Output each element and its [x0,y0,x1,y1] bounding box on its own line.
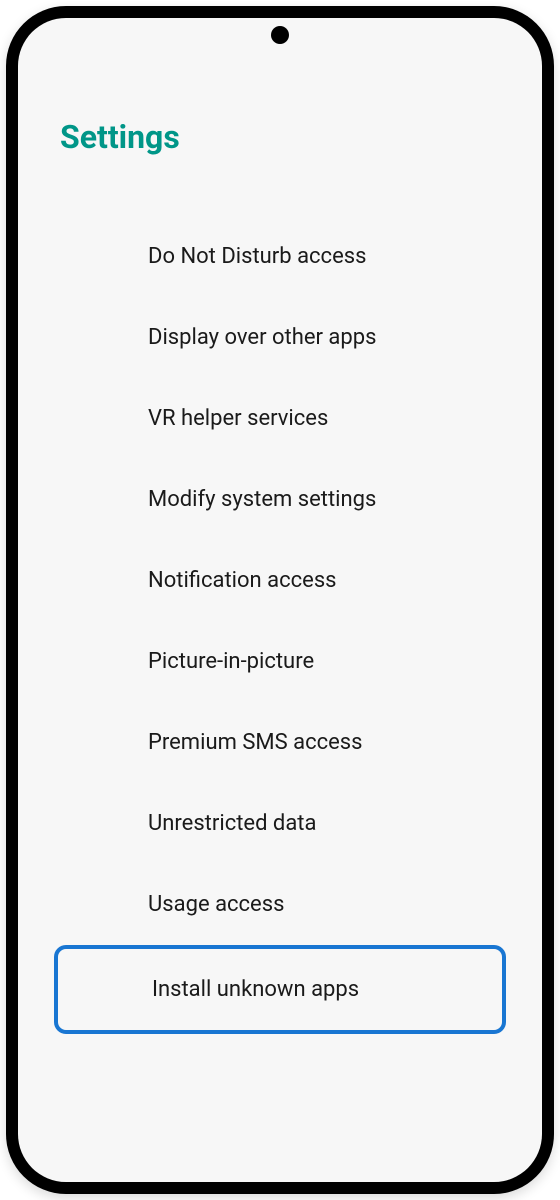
settings-item-label: Install unknown apps [152,977,359,1002]
settings-list: Do Not Disturb access Display over other… [18,196,542,1054]
page-title: Settings [60,118,542,156]
phone-screen: Settings Do Not Disturb access Display o… [18,18,542,1182]
settings-item-notification-access[interactable]: Notification access [18,540,542,621]
settings-header: Settings [18,18,542,196]
settings-item-install-unknown-apps[interactable]: Install unknown apps [54,945,506,1034]
settings-item-label: VR helper services [148,406,328,431]
settings-item-label: Usage access [148,892,284,917]
phone-frame: Settings Do Not Disturb access Display o… [6,6,554,1194]
settings-item-vr-helper[interactable]: VR helper services [18,378,542,459]
settings-item-label: Modify system settings [148,487,376,512]
settings-item-display-over-apps[interactable]: Display over other apps [18,297,542,378]
camera-notch [271,26,289,44]
settings-item-label: Premium SMS access [148,730,362,755]
settings-item-usage-access[interactable]: Usage access [18,864,542,945]
settings-item-label: Notification access [148,568,337,593]
settings-item-premium-sms[interactable]: Premium SMS access [18,702,542,783]
settings-item-label: Do Not Disturb access [148,244,366,269]
settings-item-dnd-access[interactable]: Do Not Disturb access [18,216,542,297]
settings-item-modify-system[interactable]: Modify system settings [18,459,542,540]
settings-item-label: Picture-in-picture [148,649,314,674]
settings-item-label: Unrestricted data [148,811,316,836]
settings-item-label: Display over other apps [148,325,376,350]
settings-item-unrestricted-data[interactable]: Unrestricted data [18,783,542,864]
settings-item-pip[interactable]: Picture-in-picture [18,621,542,702]
